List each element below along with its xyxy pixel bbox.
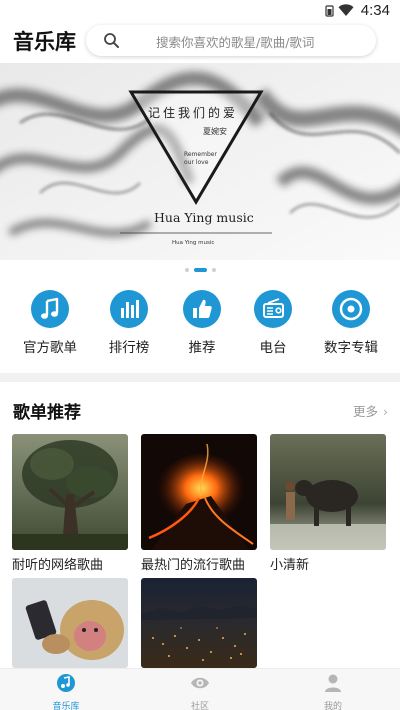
banner-title: 记住我们的爱 <box>148 106 239 120</box>
quick-nav-label: 排行榜 <box>108 340 150 356</box>
community-icon <box>191 677 209 689</box>
more-link[interactable]: 更多 › <box>353 401 388 420</box>
page-title: 音乐库 <box>13 30 76 54</box>
bottom-nav: 音乐库 社区 我的 <box>0 668 400 710</box>
bar-chart-icon <box>121 300 139 318</box>
more-label: 更多 <box>352 404 378 419</box>
playlist-cover-city-night <box>141 578 257 668</box>
carousel-dot[interactable] <box>185 268 189 272</box>
playlist-title: 最热门的流行歌曲 <box>141 558 246 573</box>
battery-icon <box>325 5 334 17</box>
bottom-nav-profile[interactable]: 我的 <box>293 672 373 710</box>
music-note-icon <box>41 297 59 319</box>
playlist-card[interactable] <box>12 578 128 668</box>
search-input[interactable]: 搜索你喜欢的歌星/歌曲/歌词 <box>86 25 376 56</box>
quick-nav-radio[interactable]: 电台 <box>233 290 313 356</box>
playlist-cover-buffalo <box>270 434 386 550</box>
disc-icon <box>339 297 363 321</box>
playlist-title: 耐听的网络歌曲 <box>12 558 104 573</box>
music-library-icon <box>57 674 75 692</box>
carousel-dot-active[interactable] <box>194 268 207 272</box>
banner-subtitle-line1: Remember <box>184 151 217 158</box>
thumbs-up-icon <box>193 299 212 318</box>
bottom-nav-label: 社区 <box>190 702 209 710</box>
quick-nav-label: 数字专辑 <box>324 340 378 356</box>
playlist-cover-tree <box>12 434 128 550</box>
carousel-dot[interactable] <box>212 268 216 272</box>
wifi-icon <box>338 4 354 16</box>
playlist-cover-monkey <box>12 578 128 668</box>
quick-nav-digital-albums[interactable]: 数字专辑 <box>311 290 391 356</box>
chevron-right-icon: › <box>383 404 388 419</box>
banner-author: 夏婉安 <box>203 127 227 136</box>
bottom-nav-label: 我的 <box>323 702 342 710</box>
quick-nav-label: 官方歌单 <box>23 340 77 356</box>
quick-nav-charts[interactable]: 排行榜 <box>89 290 169 356</box>
header: 音乐库 搜索你喜欢的歌星/歌曲/歌词 <box>0 22 400 60</box>
section-divider <box>0 373 400 382</box>
quick-nav-label: 推荐 <box>188 340 216 356</box>
quick-nav-recommend[interactable]: 推荐 <box>162 290 242 356</box>
bottom-nav-community[interactable]: 社区 <box>160 672 240 710</box>
quick-nav: 官方歌单 排行榜 推荐 电台 数字专辑 <box>0 290 400 360</box>
banner-carousel[interactable]: 记住我们的爱 夏婉安 Remember our love Hua Ying mu… <box>0 63 400 260</box>
playlist-card[interactable]: 最热门的流行歌曲 <box>141 434 257 573</box>
bottom-nav-music-library[interactable]: 音乐库 <box>26 672 106 710</box>
carousel-indicator <box>0 266 400 272</box>
section-title: 歌单推荐 <box>13 403 81 423</box>
playlist-cover-volcano <box>141 434 257 550</box>
radio-icon <box>263 298 284 318</box>
playlist-card[interactable]: 小清新 <box>270 434 386 573</box>
playlist-card[interactable] <box>141 578 257 668</box>
status-bar: 4:34 <box>0 0 400 22</box>
banner-brand-small: Hua Ying music <box>172 240 215 246</box>
status-time: 4:34 <box>360 2 390 19</box>
profile-icon <box>325 674 341 692</box>
search-placeholder: 搜索你喜欢的歌星/歌曲/歌词 <box>156 35 315 50</box>
banner-subtitle-line2: our love <box>184 159 209 166</box>
playlist-card[interactable]: 耐听的网络歌曲 <box>12 434 128 573</box>
quick-nav-label: 电台 <box>259 340 287 356</box>
banner-brand: Hua Ying music <box>154 210 254 225</box>
search-icon <box>104 33 119 48</box>
quick-nav-official-playlists[interactable]: 官方歌单 <box>10 290 90 356</box>
playlist-title: 小清新 <box>270 558 310 573</box>
bottom-nav-label: 音乐库 <box>52 702 80 710</box>
